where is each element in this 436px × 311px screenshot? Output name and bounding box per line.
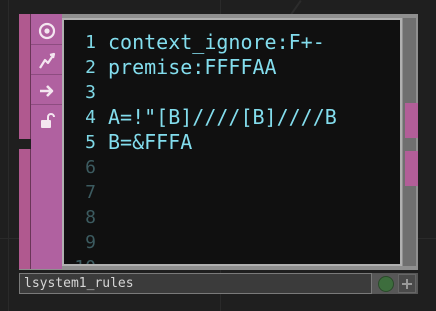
code-line[interactable]: context_ignore:F+- bbox=[108, 30, 337, 55]
line-number: 3 bbox=[85, 82, 96, 103]
lock-icon[interactable] bbox=[33, 108, 60, 134]
line-number-gutter: 1 2 3 4 5 6 7 8 9 10 bbox=[66, 30, 100, 264]
line-number: 7 bbox=[85, 182, 96, 203]
output-connector[interactable] bbox=[405, 103, 418, 138]
viewer-toggle-icon[interactable] bbox=[398, 274, 416, 293]
line-number: 6 bbox=[85, 157, 96, 178]
code-line[interactable]: B=&FFFA bbox=[108, 130, 337, 155]
cook-icon[interactable] bbox=[33, 48, 60, 74]
viewer-icon[interactable] bbox=[33, 18, 60, 44]
divider bbox=[31, 104, 62, 105]
node-name-field[interactable]: lsystem1_rules bbox=[19, 273, 372, 294]
line-number: 1 bbox=[85, 32, 96, 53]
line-number: 10 bbox=[66, 255, 100, 264]
output-connector[interactable] bbox=[405, 151, 418, 186]
export-icon[interactable] bbox=[33, 78, 60, 104]
divider bbox=[31, 74, 62, 75]
code-area[interactable]: context_ignore:F+- premise:FFFFAA A=!"[B… bbox=[108, 30, 337, 264]
code-line[interactable]: premise:FFFFAA bbox=[108, 55, 337, 80]
code-line[interactable] bbox=[108, 80, 337, 105]
line-number: 4 bbox=[85, 107, 96, 128]
line-number: 5 bbox=[85, 132, 96, 153]
code-line[interactable] bbox=[108, 230, 337, 255]
text-editor[interactable]: 1 2 3 4 5 6 7 8 9 10 context_ignore:F+- … bbox=[62, 18, 402, 266]
input-gap bbox=[19, 139, 31, 149]
line-number: 8 bbox=[85, 207, 96, 228]
code-line[interactable] bbox=[108, 180, 337, 205]
code-line[interactable] bbox=[108, 205, 337, 230]
grid-line bbox=[8, 0, 9, 311]
divider bbox=[31, 44, 62, 45]
code-line[interactable] bbox=[108, 155, 337, 180]
node-flag-column bbox=[31, 14, 62, 269]
scrollbar-track[interactable] bbox=[403, 18, 416, 266]
line-number: 9 bbox=[85, 232, 96, 253]
code-line[interactable]: A=!"[B]////[B]////B bbox=[108, 105, 337, 130]
display-flag-icon[interactable] bbox=[378, 276, 394, 292]
line-number: 2 bbox=[85, 57, 96, 78]
node-footer: lsystem1_rules bbox=[19, 273, 418, 294]
code-line[interactable] bbox=[108, 255, 337, 264]
